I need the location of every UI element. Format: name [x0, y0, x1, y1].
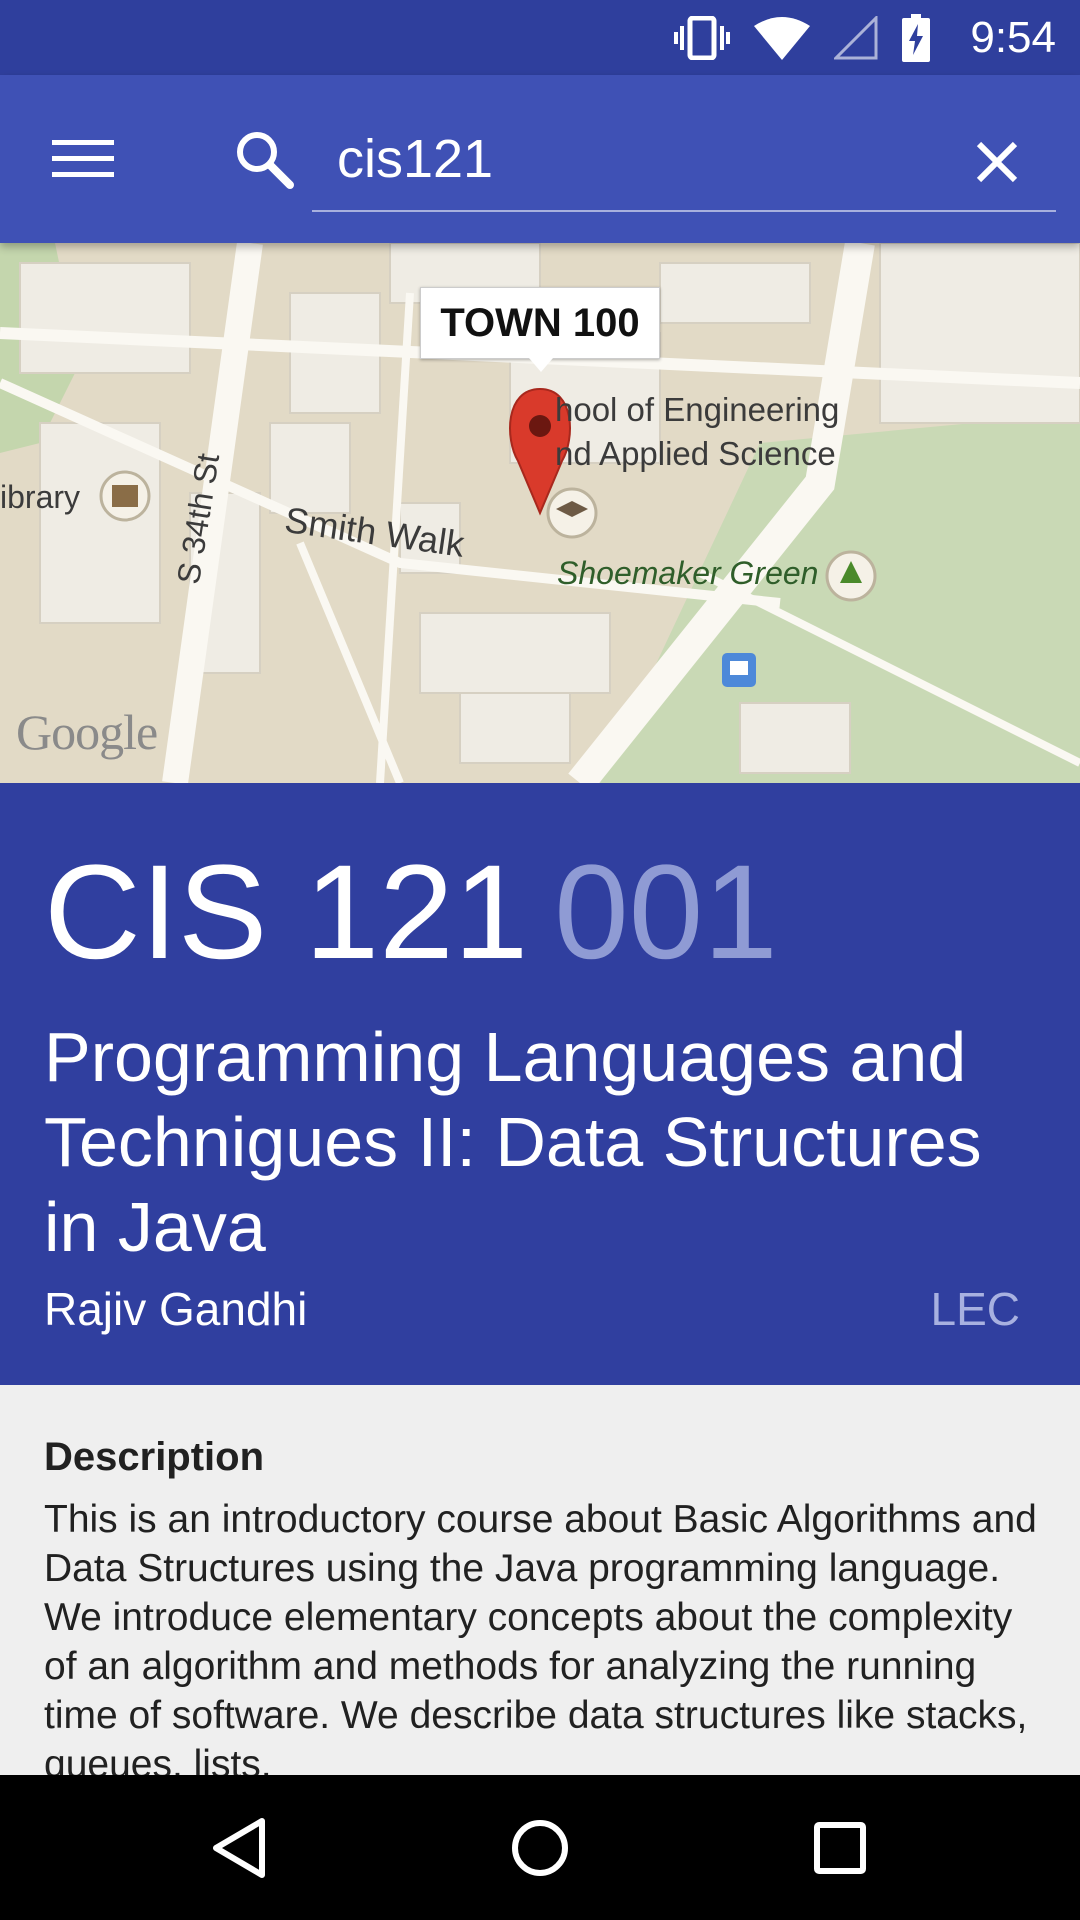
signal-icon	[834, 16, 878, 60]
map-callout[interactable]: TOWN 100	[420, 287, 660, 372]
map-label-school-line2: nd Applied Science	[555, 435, 836, 472]
hamburger-menu-icon[interactable]	[38, 123, 128, 195]
course-code-line: CIS 121 001	[44, 833, 778, 993]
search-underline	[312, 210, 1056, 212]
google-logo: Google	[16, 704, 158, 760]
status-bar: 9:54	[0, 0, 1080, 75]
map-label-school-line1: hool of Engineering	[555, 391, 840, 428]
home-icon[interactable]	[490, 1803, 590, 1893]
app-bar	[0, 75, 1080, 243]
course-title: Programming Languages and Technigues II:…	[44, 1018, 982, 1266]
recents-icon[interactable]	[790, 1803, 890, 1893]
course-section: 001	[554, 838, 778, 987]
course-content[interactable]: Description This is an introductory cour…	[0, 1385, 1080, 1775]
back-icon[interactable]	[190, 1803, 290, 1893]
navigation-bar	[0, 1775, 1080, 1920]
description-heading: Description	[44, 1435, 265, 1479]
battery-charging-icon	[902, 14, 930, 62]
vibrate-icon	[674, 16, 730, 60]
map-label-library: ibrary	[0, 479, 81, 515]
map-label-shoemaker-green: Shoemaker Green	[557, 555, 819, 591]
map-view[interactable]: hool of Engineering nd Applied Science i…	[0, 243, 1080, 783]
wifi-icon	[754, 16, 810, 60]
status-time: 9:54	[970, 13, 1056, 62]
course-header: CIS 121 001 Programming Languages and Tec…	[0, 783, 1080, 1385]
status-icons	[674, 12, 930, 64]
search-icon[interactable]	[232, 127, 296, 191]
course-type: LEC	[930, 1283, 1020, 1335]
search-input[interactable]	[315, 120, 979, 198]
close-icon[interactable]	[962, 127, 1032, 197]
course-code: CIS 121	[44, 838, 529, 987]
instructor-name: Rajiv Gandhi	[44, 1283, 308, 1335]
description-body: This is an introductory course about Bas…	[44, 1498, 1037, 1775]
